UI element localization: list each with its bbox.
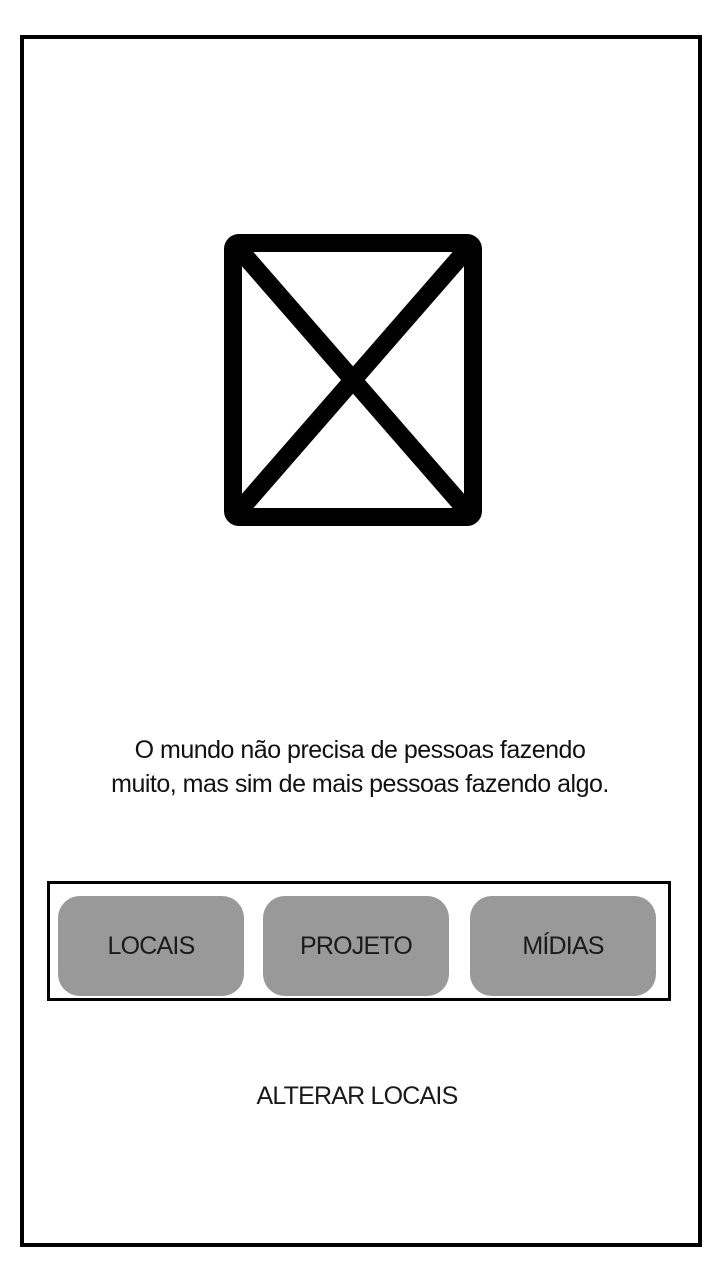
quote-line-2: muito, mas sim de mais pessoas fazendo a… xyxy=(111,770,609,798)
tab-projeto-label: PROJETO xyxy=(299,931,413,960)
tab-locais[interactable]: LOCAIS xyxy=(58,896,244,996)
image-placeholder-icon xyxy=(224,234,482,526)
alter-locations-button[interactable]: ALTERAR LOCAIS xyxy=(198,1048,516,1144)
navigation-tab-bar: LOCAIS PROJETO MÍDIAS xyxy=(47,881,671,1001)
alter-locations-label: ALTERAR LOCAIS xyxy=(256,1081,459,1110)
tab-locais-label: LOCAIS xyxy=(107,931,196,960)
quote-line-1: O mundo não precisa de pessoas fazendo xyxy=(134,736,586,764)
tab-projeto[interactable]: PROJETO xyxy=(263,896,449,996)
tab-midias[interactable]: MÍDIAS xyxy=(470,896,656,996)
tab-midias-label: MÍDIAS xyxy=(522,931,604,960)
inspirational-quote: O mundo não precisa de pessoas fazendo m… xyxy=(60,733,660,801)
